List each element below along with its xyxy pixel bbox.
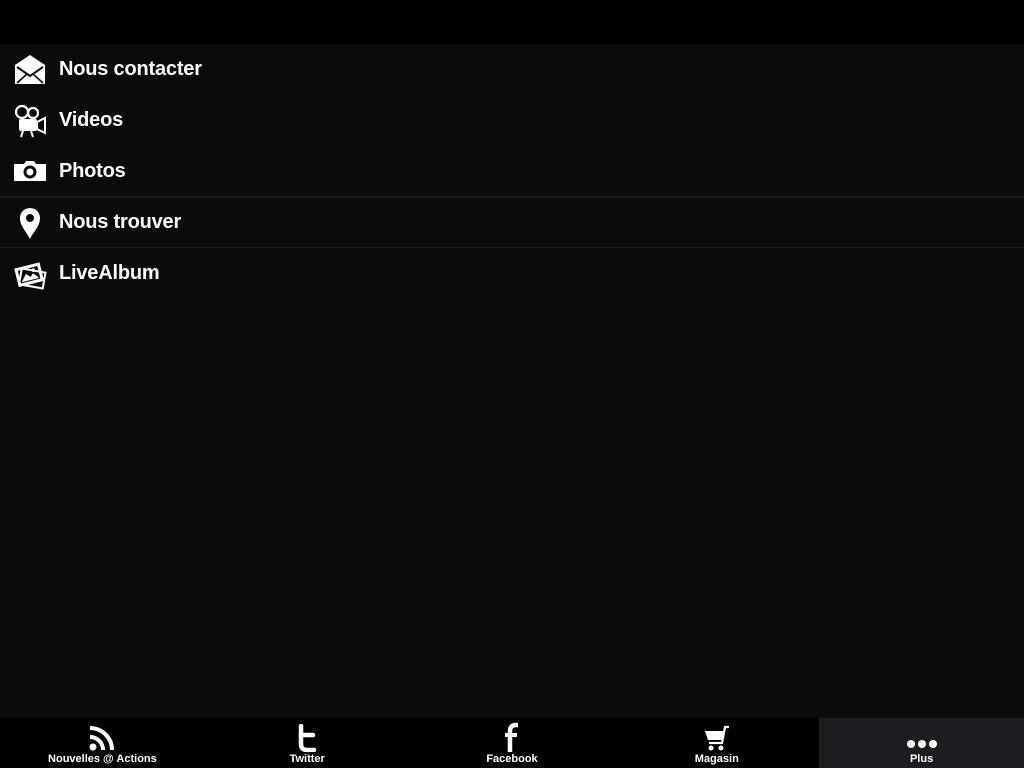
menu-item-label: LiveAlbum (59, 262, 160, 284)
top-bar (0, 0, 1024, 44)
menu-item-videos[interactable]: Videos (0, 95, 1024, 146)
tab-label: Magasin (694, 753, 739, 765)
menu-item-label: Nous trouver (59, 211, 182, 233)
menu-list: Nous contacter Videos Photos Nous trouve… (0, 44, 1024, 299)
photo-album-icon (12, 256, 48, 292)
rss-icon (88, 720, 116, 752)
camera-icon (12, 153, 48, 189)
menu-item-photos[interactable]: Photos (0, 146, 1024, 197)
menu-item-nous-contacter[interactable]: Nous contacter (0, 44, 1024, 95)
tab-bar: Nouvelles @ Actions Twitter Facebook Mag… (0, 718, 1024, 768)
more-dots-icon (906, 720, 938, 752)
tab-label: Twitter (289, 753, 325, 765)
tab-magasin[interactable]: Magasin (614, 718, 819, 768)
menu-item-nous-trouver[interactable]: Nous trouver (0, 197, 1024, 248)
cart-icon (702, 720, 732, 752)
tab-label: Facebook (486, 753, 538, 765)
tab-twitter[interactable]: Twitter (205, 718, 410, 768)
twitter-icon (293, 720, 321, 752)
tab-facebook[interactable]: Facebook (410, 718, 615, 768)
tab-nouvelles-actions[interactable]: Nouvelles @ Actions (0, 718, 205, 768)
map-pin-icon (12, 205, 48, 241)
video-camera-icon (12, 103, 48, 139)
menu-item-livealbum[interactable]: LiveAlbum (0, 248, 1024, 299)
tab-label: Nouvelles @ Actions (48, 753, 157, 765)
menu-item-label: Photos (59, 159, 126, 182)
envelope-icon (12, 52, 48, 88)
facebook-icon (498, 720, 526, 752)
menu-item-label: Videos (59, 109, 124, 131)
tab-plus[interactable]: Plus (819, 718, 1024, 768)
tab-label: Plus (909, 753, 934, 765)
menu-item-label: Nous contacter (59, 58, 202, 80)
